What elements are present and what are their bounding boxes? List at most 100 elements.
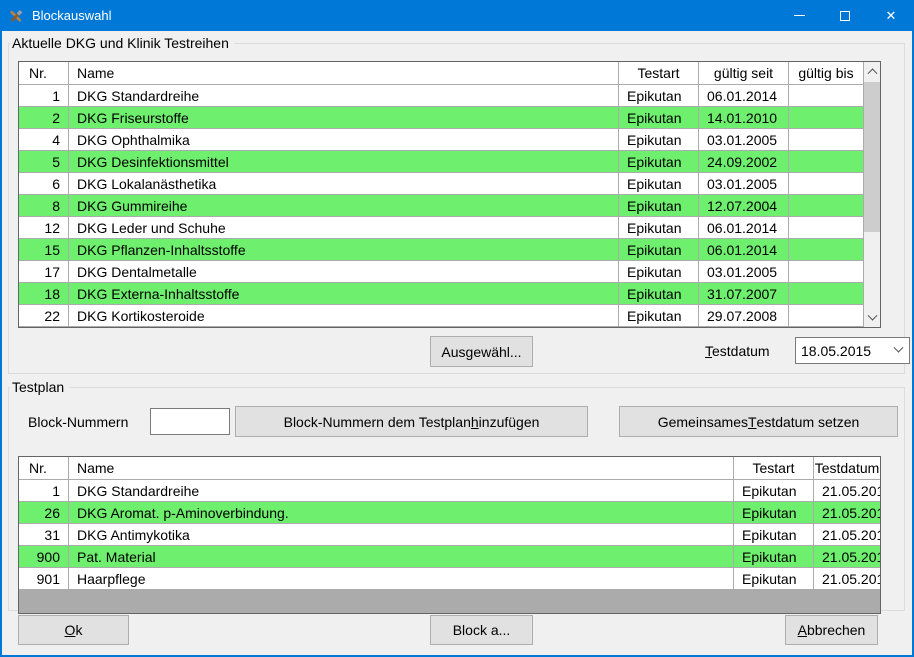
cell-gueltig-seit: 03.01.2005 <box>699 261 789 282</box>
testplan-table: Nr. Name Testart Testdatum 1 DKG Standar… <box>18 456 881 614</box>
cell-testart: Epikutan <box>619 261 699 282</box>
cell-nr: 6 <box>19 173 69 194</box>
cell-nr: 31 <box>19 524 69 545</box>
cell-testart: Epikutan <box>619 217 699 238</box>
cell-name: DKG Aromat. p-Aminoverbindung. <box>69 502 734 523</box>
minimize-button[interactable] <box>776 0 822 31</box>
window-title: Blockauswahl <box>32 8 112 23</box>
block-nummern-input[interactable] <box>150 408 230 435</box>
table-row[interactable]: 901 Haarpflege Epikutan 21.05.2015 <box>19 568 880 590</box>
table-row[interactable]: 5 DKG Desinfektionsmittel Epikutan 24.09… <box>19 151 863 173</box>
table-row[interactable]: 900 Pat. Material Epikutan 21.05.2015 <box>19 546 880 568</box>
dialog-window: Blockauswahl ✕ Aktuelle DKG und Klinik T… <box>0 0 914 657</box>
cell-gueltig-bis <box>789 305 863 326</box>
cell-testdatum: 21.05.2015 <box>814 524 880 545</box>
cell-testart: Epikutan <box>734 546 814 567</box>
header-testart: Testart <box>619 62 699 84</box>
cell-testart: Epikutan <box>734 524 814 545</box>
header-gueltig-seit: gültig seit <box>699 62 789 84</box>
cell-gueltig-bis <box>789 151 863 172</box>
cell-nr: 2 <box>19 107 69 128</box>
cell-testart: Epikutan <box>619 85 699 106</box>
cell-testdatum: 21.05.2015 <box>814 546 880 567</box>
close-icon: ✕ <box>886 9 897 22</box>
block-nummern-label: Block-Nummern <box>28 414 128 430</box>
cell-gueltig-bis <box>789 173 863 194</box>
vertical-scrollbar[interactable] <box>863 62 880 327</box>
testdatum-value: 18.05.2015 <box>801 343 871 359</box>
table-row[interactable]: 12 DKG Leder und Schuhe Epikutan 06.01.2… <box>19 217 863 239</box>
table-row[interactable]: 26 DKG Aromat. p-Aminoverbindung. Epikut… <box>19 502 880 524</box>
table-row[interactable]: 31 DKG Antimykotika Epikutan 21.05.2015 <box>19 524 880 546</box>
cell-testart: Epikutan <box>619 129 699 150</box>
cell-testart: Epikutan <box>619 151 699 172</box>
testdatum-combobox[interactable]: 18.05.2015 <box>795 337 910 364</box>
ausgewaehlt-button[interactable]: Ausgewähl... <box>430 336 533 367</box>
cell-testart: Epikutan <box>619 173 699 194</box>
cell-nr: 5 <box>19 151 69 172</box>
maximize-icon <box>840 11 850 21</box>
cell-name: DKG Externa-Inhaltsstoffe <box>69 283 619 304</box>
cell-name: DKG Leder und Schuhe <box>69 217 619 238</box>
cell-gueltig-bis <box>789 129 863 150</box>
cell-nr: 15 <box>19 239 69 260</box>
cell-testart: Epikutan <box>734 502 814 523</box>
table-row[interactable]: 4 DKG Ophthalmika Epikutan 03.01.2005 <box>19 129 863 151</box>
cell-gueltig-bis <box>789 261 863 282</box>
chevron-down-icon <box>867 311 877 321</box>
scroll-down-button[interactable] <box>864 310 880 327</box>
table-empty-area <box>19 590 880 613</box>
cell-gueltig-seit: 12.07.2004 <box>699 195 789 216</box>
cell-gueltig-seit: 06.01.2014 <box>699 217 789 238</box>
cell-name: DKG Dentalmetalle <box>69 261 619 282</box>
table-row[interactable]: 18 DKG Externa-Inhaltsstoffe Epikutan 31… <box>19 283 863 305</box>
table-row[interactable]: 17 DKG Dentalmetalle Epikutan 03.01.2005 <box>19 261 863 283</box>
close-button[interactable]: ✕ <box>868 0 914 31</box>
cell-gueltig-bis <box>789 217 863 238</box>
chevron-up-icon <box>867 68 877 78</box>
cell-nr: 12 <box>19 217 69 238</box>
table-row[interactable]: 1 DKG Standardreihe Epikutan 21.05.2015 <box>19 480 880 502</box>
groupbox2-label: Testplan <box>10 379 69 395</box>
table-row[interactable]: 22 DKG Kortikosteroide Epikutan 29.07.20… <box>19 305 863 327</box>
cell-nr: 17 <box>19 261 69 282</box>
cell-testdatum: 21.05.2015 <box>814 568 880 589</box>
cell-gueltig-bis <box>789 239 863 260</box>
cell-name: Pat. Material <box>69 546 734 567</box>
cell-testart: Epikutan <box>734 480 814 501</box>
ok-button[interactable]: Ok <box>18 615 129 645</box>
header-gueltig-bis: gültig bis <box>789 62 863 84</box>
set-testdatum-button[interactable]: Gemeinsames Testdatum setzen <box>619 406 898 437</box>
cell-gueltig-seit: 29.07.2008 <box>699 305 789 326</box>
scrollbar-thumb[interactable] <box>864 82 880 232</box>
scroll-up-button[interactable] <box>864 62 880 79</box>
cell-testart: Epikutan <box>619 107 699 128</box>
table-row[interactable]: 15 DKG Pflanzen-Inhaltsstoffe Epikutan 0… <box>19 239 863 261</box>
maximize-button[interactable] <box>822 0 868 31</box>
testdatum-label: Testdatum <box>705 343 770 359</box>
cell-gueltig-seit: 14.01.2010 <box>699 107 789 128</box>
block-a-button[interactable]: Block a... <box>430 615 533 645</box>
header-testdatum: Testdatum <box>814 457 880 479</box>
cell-name: DKG Antimykotika <box>69 524 734 545</box>
table-row[interactable]: 8 DKG Gummireihe Epikutan 12.07.2004 <box>19 195 863 217</box>
header-name: Name <box>69 62 619 84</box>
cancel-button[interactable]: Abbrechen <box>785 615 878 645</box>
table-row[interactable]: 1 DKG Standardreihe Epikutan 06.01.2014 <box>19 85 863 107</box>
cell-gueltig-seit: 06.01.2014 <box>699 239 789 260</box>
title-bar[interactable]: Blockauswahl ✕ <box>0 0 914 31</box>
cell-name: DKG Standardreihe <box>69 480 734 501</box>
cell-nr: 1 <box>19 85 69 106</box>
cell-name: DKG Pflanzen-Inhaltsstoffe <box>69 239 619 260</box>
cell-nr: 1 <box>19 480 69 501</box>
cell-testdatum: 21.05.2015 <box>814 480 880 501</box>
table-row[interactable]: 6 DKG Lokalanästhetika Epikutan 03.01.20… <box>19 173 863 195</box>
groupbox1-label: Aktuelle DKG und Klinik Testreihen <box>10 35 234 51</box>
cell-gueltig-seit: 31.07.2007 <box>699 283 789 304</box>
add-block-nummern-button[interactable]: Block-Nummern dem Testplan hinzufügen <box>235 406 588 437</box>
cell-testart: Epikutan <box>619 239 699 260</box>
header-nr: Nr. <box>19 62 69 84</box>
minimize-icon <box>794 15 805 16</box>
table-row[interactable]: 2 DKG Friseurstoffe Epikutan 14.01.2010 <box>19 107 863 129</box>
cell-gueltig-seit: 03.01.2005 <box>699 129 789 150</box>
